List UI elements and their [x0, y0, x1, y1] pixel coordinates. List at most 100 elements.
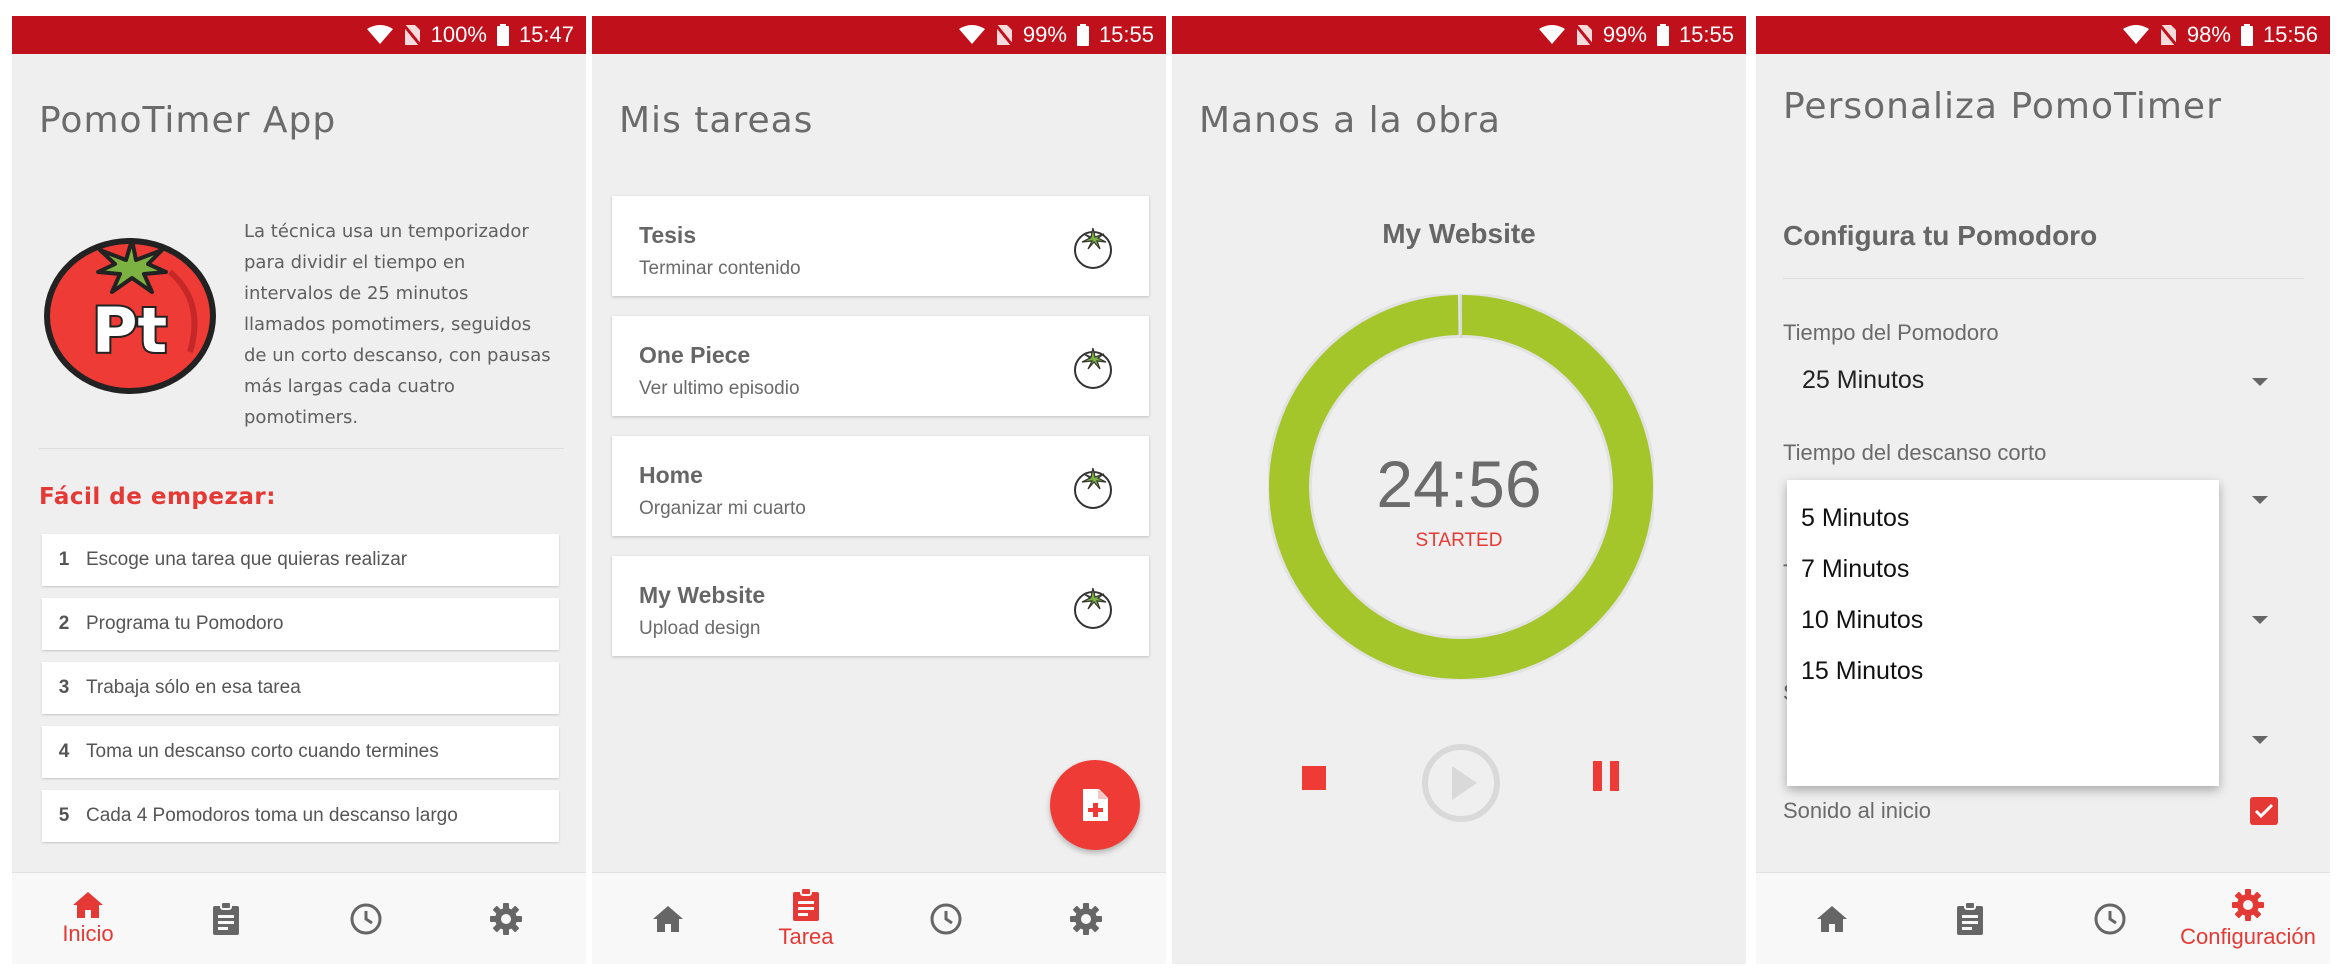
- nav-settings[interactable]: [1016, 873, 1156, 964]
- nav-home[interactable]: [598, 873, 738, 964]
- nav-tasks[interactable]: Tarea: [736, 873, 876, 964]
- status-time: 15:47: [518, 22, 574, 47]
- bottom-navigation: Tarea: [592, 872, 1166, 964]
- wifi-icon: [1538, 25, 1565, 44]
- sound-on-start-label: Sonido al inicio: [1783, 798, 1931, 823]
- task-card[interactable]: Home Organizar mi cuarto: [612, 436, 1149, 536]
- clipboard-icon: [1957, 902, 1983, 935]
- page-title: Manos a la obra: [1199, 100, 1501, 141]
- pomotimer-logo: Pt: [44, 238, 216, 394]
- status-bar: 100% 15:47: [12, 16, 586, 54]
- nav-settings[interactable]: Configuración: [2166, 873, 2330, 964]
- nav-label: Tarea: [778, 924, 834, 949]
- gear-icon: [1070, 903, 1102, 935]
- task-subtitle: Organizar mi cuarto: [639, 498, 806, 519]
- tomato-icon[interactable]: [1070, 224, 1116, 270]
- battery-percent: 99%: [1602, 22, 1647, 47]
- add-task-button[interactable]: [1050, 760, 1140, 850]
- tomato-icon[interactable]: [1070, 464, 1116, 510]
- no-sim-icon: [994, 24, 1013, 46]
- phone-timer-screen: 99% 15:55 Manos a la obra My Website 24:…: [1172, 16, 1746, 964]
- divider: [39, 448, 564, 449]
- dropdown-option[interactable]: 10 Minutos: [1801, 606, 1923, 635]
- status-time: 15:56: [2262, 22, 2318, 47]
- task-title: Home: [639, 462, 703, 488]
- step-number: 4: [58, 741, 70, 762]
- step-number: 2: [58, 613, 70, 634]
- nav-home[interactable]: [1762, 873, 1902, 964]
- task-subtitle: Ver ultimo episodio: [639, 378, 800, 399]
- bottom-navigation: Inicio: [12, 872, 586, 964]
- clipboard-icon: [213, 902, 239, 935]
- section-title: Fácil de empezar:: [39, 484, 276, 510]
- task-card[interactable]: My Website Upload design: [612, 556, 1149, 656]
- nav-label: Inicio: [62, 921, 114, 946]
- status-bar: 99% 15:55: [1172, 16, 1746, 54]
- list-item: 4 Toma un descanso corto cuando termines: [42, 726, 559, 778]
- step-text: Toma un descanso corto cuando termines: [86, 741, 439, 762]
- phone-home-screen: 100% 15:47 PomoTimer App Pt La técnica u…: [12, 16, 586, 964]
- logo-text: Pt: [92, 294, 167, 367]
- nav-timer[interactable]: [2040, 873, 2180, 964]
- page-title: PomoTimer App: [39, 100, 337, 141]
- task-card[interactable]: Tesis Terminar contenido: [612, 196, 1149, 296]
- task-subtitle: Upload design: [639, 618, 761, 639]
- chevron-down-icon[interactable]: [2252, 736, 2268, 744]
- no-sim-icon: [402, 24, 421, 46]
- list-item: 5 Cada 4 Pomodoros toma un descanso largo: [42, 790, 559, 842]
- timer-state: STARTED: [1415, 530, 1503, 551]
- no-sim-icon: [1574, 24, 1593, 46]
- task-subtitle: Terminar contenido: [639, 258, 801, 279]
- step-number: 3: [58, 677, 70, 698]
- stop-button[interactable]: [1290, 754, 1338, 802]
- list-item: 1 Escoge una tarea que quieras realizar: [42, 534, 559, 586]
- phone-tasks-screen: 99% 15:55 Mis tareas Tesis Terminar cont…: [592, 16, 1166, 964]
- chevron-down-icon[interactable]: [2252, 496, 2268, 504]
- pomodoro-time-label: Tiempo del Pomodoro: [1783, 320, 1999, 345]
- step-text: Trabaja sólo en esa tarea: [86, 677, 301, 698]
- clock-icon: [350, 903, 382, 935]
- phone-settings-screen: 98% 15:56 Personaliza PomoTimer Configur…: [1756, 16, 2330, 964]
- timer-countdown: 24:56: [1376, 447, 1542, 521]
- home-icon: [653, 906, 683, 932]
- battery-percent: 100%: [430, 22, 487, 47]
- battery-icon: [1656, 24, 1669, 46]
- gear-icon: [2232, 889, 2264, 921]
- chevron-down-icon[interactable]: [2252, 378, 2268, 386]
- nav-timer[interactable]: [876, 873, 1016, 964]
- nav-tasks[interactable]: [1900, 873, 2040, 964]
- nav-home[interactable]: Inicio: [18, 873, 158, 964]
- nav-timer[interactable]: [296, 873, 436, 964]
- status-bar: 99% 15:55: [592, 16, 1166, 54]
- bottom-navigation: Configuración: [1756, 872, 2330, 964]
- nav-label: Configuración: [2180, 924, 2316, 949]
- nav-tasks[interactable]: [156, 873, 296, 964]
- play-button[interactable]: [1420, 742, 1502, 824]
- list-item: 3 Trabaja sólo en esa tarea: [42, 662, 559, 714]
- sound-on-start-checkbox[interactable]: [2250, 797, 2278, 825]
- step-number: 5: [58, 805, 70, 826]
- dropdown-option[interactable]: 15 Minutos: [1801, 657, 1923, 686]
- wifi-icon: [958, 25, 985, 44]
- task-title: My Website: [639, 582, 766, 608]
- clock-icon: [2094, 903, 2126, 935]
- wifi-icon: [2122, 25, 2149, 44]
- pause-button[interactable]: [1582, 752, 1630, 800]
- chevron-down-icon[interactable]: [2252, 616, 2268, 624]
- pomodoro-time-select[interactable]: 25 Minutos: [1802, 366, 1924, 395]
- status-bar: 98% 15:56: [1756, 16, 2330, 54]
- dropdown-option[interactable]: 7 Minutos: [1801, 555, 1909, 584]
- dropdown-option[interactable]: 5 Minutos: [1801, 504, 1909, 533]
- clock-icon: [930, 903, 962, 935]
- tomato-icon[interactable]: [1070, 584, 1116, 630]
- nav-settings[interactable]: [436, 873, 576, 964]
- task-card[interactable]: One Piece Ver ultimo episodio: [612, 316, 1149, 416]
- home-icon: [1817, 906, 1847, 932]
- tomato-icon[interactable]: [1070, 344, 1116, 390]
- battery-percent: 98%: [2186, 22, 2231, 47]
- step-text: Escoge una tarea que quieras realizar: [86, 549, 408, 570]
- status-time: 15:55: [1678, 22, 1734, 47]
- play-icon: [1422, 744, 1500, 822]
- add-note-icon: [1083, 789, 1108, 821]
- page-title: Personaliza PomoTimer: [1783, 86, 2222, 127]
